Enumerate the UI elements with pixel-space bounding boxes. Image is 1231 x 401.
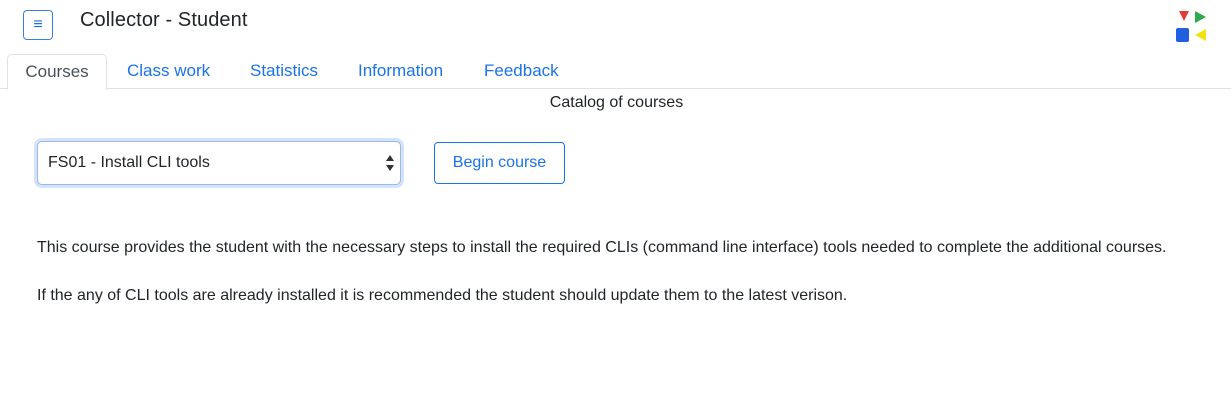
tab-class-work[interactable]: Class work: [127, 54, 210, 89]
begin-course-button[interactable]: Begin course: [434, 142, 565, 184]
app-logo: [1176, 11, 1206, 42]
app-header: ≡ Collector - Student: [0, 0, 1231, 50]
catalog-title: Catalog of courses: [549, 94, 684, 111]
tab-information[interactable]: Information: [358, 54, 443, 89]
description-paragraph: This course provides the student with th…: [37, 239, 1167, 256]
course-select[interactable]: FS01 - Install CLI tools: [37, 141, 401, 185]
menu-toggle-button[interactable]: ≡: [23, 10, 53, 40]
tab-statistics[interactable]: Statistics: [250, 54, 318, 89]
tab-feedback[interactable]: Feedback: [484, 54, 559, 89]
logo-red-triangle: [1179, 11, 1189, 21]
main-tabs: Courses Class work Statistics Informatio…: [0, 54, 1231, 90]
course-description: This course provides the student with th…: [37, 236, 1217, 332]
hamburger-icon: ≡: [33, 16, 43, 33]
logo-green-triangle: [1195, 11, 1206, 23]
description-paragraph: If the any of CLI tools are already inst…: [37, 287, 848, 304]
tab-courses[interactable]: Courses: [7, 54, 107, 90]
logo-blue-square: [1176, 28, 1189, 42]
course-select-value: FS01 - Install CLI tools: [48, 154, 210, 171]
select-arrows-icon: [386, 155, 394, 171]
app-title: Collector - Student: [80, 9, 248, 31]
logo-yellow-triangle: [1195, 29, 1206, 41]
